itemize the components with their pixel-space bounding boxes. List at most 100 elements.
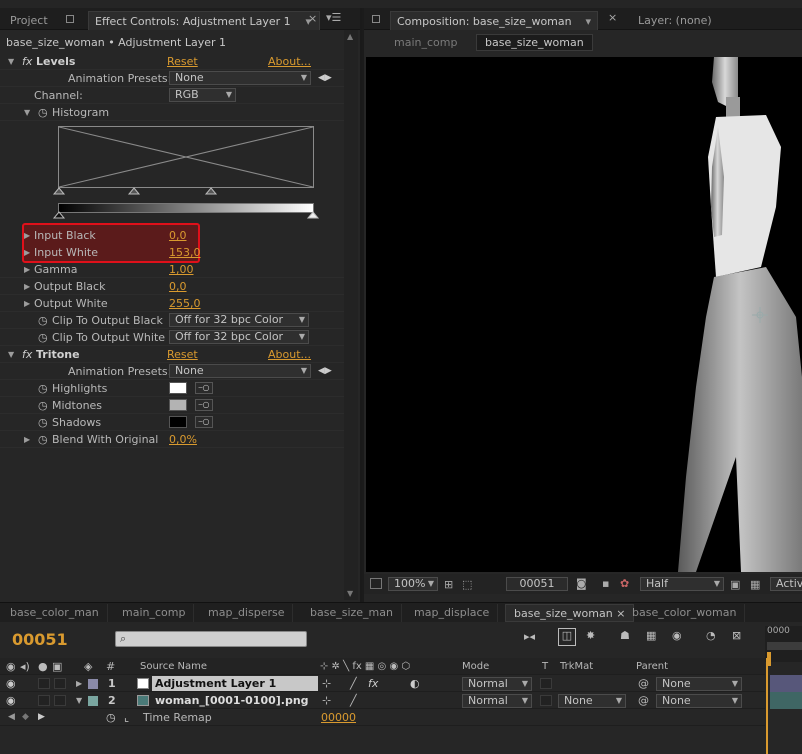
layer-row-1[interactable]: ◉ ▶ 1 Adjustment Layer 1 ⊹ ╱ fx ◐ Normal… [0, 675, 765, 692]
dropdown-arrow-icon[interactable]: ▾ [585, 12, 591, 31]
current-time-indicator[interactable] [766, 658, 768, 754]
add-keyframe-icon[interactable]: ◆ [22, 709, 29, 726]
lock-icon[interactable] [66, 15, 74, 23]
preserve-transparency-toggle[interactable] [540, 695, 552, 706]
stopwatch-icon[interactable]: ◷ [38, 312, 48, 329]
channels-icon[interactable]: ✿ [620, 577, 629, 590]
video-eye-icon[interactable]: ◉ [6, 658, 16, 675]
collapse-arrow-icon[interactable]: ▼ [76, 692, 82, 709]
shadows-color-swatch[interactable] [169, 416, 187, 428]
work-area-bar[interactable] [767, 642, 802, 650]
gamma-value[interactable]: 1,00 [169, 261, 194, 278]
stopwatch-icon[interactable]: ◷ [106, 709, 116, 726]
stopwatch-icon[interactable]: ◷ [38, 397, 48, 414]
fit-icon[interactable]: ⊞ [444, 578, 453, 591]
motion-blur-icon[interactable]: ◉ [672, 629, 682, 642]
label-tag-icon[interactable]: ◈ [84, 658, 92, 675]
close-icon[interactable]: × [608, 11, 617, 24]
eyedropper-icon[interactable]: ⎯○ [195, 382, 213, 394]
preset-prev-next-icon[interactable]: ◀▶ [318, 363, 332, 380]
preset-prev-next-icon[interactable]: ◀▶ [318, 70, 332, 87]
close-icon[interactable]: × [308, 12, 317, 25]
adjustment-switch-icon[interactable]: ◐ [410, 675, 420, 692]
tab-composition[interactable]: Composition: base_size_woman ▾ [390, 11, 598, 30]
transparency-grid-icon[interactable]: ▦ [750, 578, 760, 591]
expand-arrow-icon[interactable]: ▶ [76, 675, 82, 692]
levels-effect-header[interactable]: ▼ fx Levels Reset About... [0, 53, 344, 70]
active-camera-dropdown[interactable]: Activ [770, 577, 802, 591]
blend-mode-dropdown[interactable]: Normal ▼ [462, 694, 532, 708]
fx-icon[interactable]: fx [22, 346, 32, 363]
timeline-tab-6[interactable]: base_color_woman [624, 604, 746, 622]
timeline-tab-2[interactable]: map_disperse [200, 604, 294, 622]
pickwhip-icon[interactable]: @ [638, 692, 649, 709]
tritone-effect-header[interactable]: ▼ fx Tritone Reset About... [0, 346, 344, 363]
tritone-reset-link[interactable]: Reset [167, 346, 198, 363]
live-update-icon[interactable]: ◫ [558, 628, 576, 646]
animation-presets-dropdown[interactable]: None ▼ [169, 364, 311, 378]
draft-3d-icon[interactable]: ✸ [586, 629, 595, 642]
graph-editor-icon[interactable]: ◔ [706, 629, 716, 642]
time-ruler[interactable]: 0000 [765, 626, 802, 666]
blend-value[interactable]: 0,0% [169, 431, 197, 448]
stopwatch-icon[interactable]: ◷ [38, 329, 48, 346]
label-color-swatch[interactable] [88, 696, 98, 706]
lock-toggle[interactable] [54, 678, 66, 689]
eyedropper-icon[interactable]: ⎯○ [195, 416, 213, 428]
effects-switch-icon[interactable]: fx [368, 675, 378, 692]
output-level-sliders[interactable] [52, 211, 322, 220]
crumb-main-comp[interactable]: main_comp [394, 36, 457, 49]
stopwatch-icon[interactable]: ◷ [38, 104, 48, 121]
solo-icon[interactable]: ● [38, 658, 48, 675]
zoom-dropdown[interactable]: 100% ▼ [388, 577, 438, 591]
output-black-value[interactable]: 0,0 [169, 278, 187, 295]
graph-icon[interactable]: ⌞ [124, 709, 129, 726]
composition-canvas[interactable] [366, 57, 802, 572]
highlights-color-swatch[interactable] [169, 382, 187, 394]
input-level-sliders[interactable] [52, 187, 322, 196]
quality-switch-icon[interactable]: ╱ [350, 692, 357, 709]
output-white-value[interactable]: 255,0 [169, 295, 201, 312]
show-snapshot-icon[interactable]: ▪ [602, 577, 609, 590]
current-time-display[interactable]: 00051 [12, 630, 68, 649]
region-icon[interactable]: ⬚ [462, 578, 472, 591]
brainstorm-icon[interactable]: ⊠ [732, 629, 741, 642]
label-color-swatch[interactable] [88, 679, 98, 689]
levels-reset-link[interactable]: Reset [167, 53, 198, 70]
shy-layers-icon[interactable]: ☗ [620, 629, 630, 642]
channel-dropdown[interactable]: RGB ▼ [169, 88, 236, 102]
lock-icon[interactable] [372, 15, 380, 23]
crumb-base-size-woman[interactable]: base_size_woman [476, 34, 593, 51]
timeline-tab-5[interactable]: base_size_woman × [505, 604, 635, 622]
time-remap-value[interactable]: 00000 [321, 709, 356, 726]
stopwatch-icon[interactable]: ◷ [38, 380, 48, 397]
prev-keyframe-icon[interactable]: ◀ [8, 709, 15, 726]
audio-icon[interactable]: ◂) [20, 658, 30, 675]
solo-toggle[interactable] [38, 695, 50, 706]
visibility-eye-icon[interactable]: ◉ [6, 675, 16, 692]
visibility-eye-icon[interactable]: ◉ [6, 692, 16, 709]
timeline-tab-1[interactable]: main_comp [114, 604, 195, 622]
effect-controls-scrollbar[interactable]: ▲ ▼ [344, 30, 358, 600]
histogram-graph[interactable] [58, 126, 314, 188]
tab-effect-controls[interactable]: Effect Controls: Adjustment Layer 1 ▾ [88, 11, 320, 30]
layer-name-field[interactable]: Adjustment Layer 1 [152, 676, 318, 691]
levels-about-link[interactable]: About... [268, 53, 311, 70]
shy-switch-icon[interactable]: ⊹ [322, 692, 331, 709]
tab-project[interactable]: Project [4, 11, 54, 30]
trkmat-dropdown[interactable]: None ▼ [558, 694, 626, 708]
comp-mini-flowchart-icon[interactable]: ▸◂ [524, 630, 535, 643]
animation-presets-dropdown[interactable]: None ▼ [169, 71, 311, 85]
stopwatch-icon[interactable]: ◷ [38, 431, 48, 448]
tritone-about-link[interactable]: About... [268, 346, 311, 363]
clip-black-dropdown[interactable]: Off for 32 bpc Color ▼ [169, 313, 309, 327]
solo-toggle[interactable] [38, 678, 50, 689]
pickwhip-icon[interactable]: @ [638, 675, 649, 692]
layer-name-label[interactable]: woman_[0001-0100].png [155, 692, 309, 709]
input-black-value[interactable]: 0,0 [169, 227, 187, 244]
shy-switch-icon[interactable]: ⊹ [322, 675, 331, 692]
snapshot-icon[interactable]: ◙ [576, 577, 587, 590]
roi-icon[interactable]: ▣ [730, 578, 740, 591]
timeline-tab-4[interactable]: map_displace [406, 604, 499, 622]
preserve-transparency-toggle[interactable] [540, 678, 552, 689]
